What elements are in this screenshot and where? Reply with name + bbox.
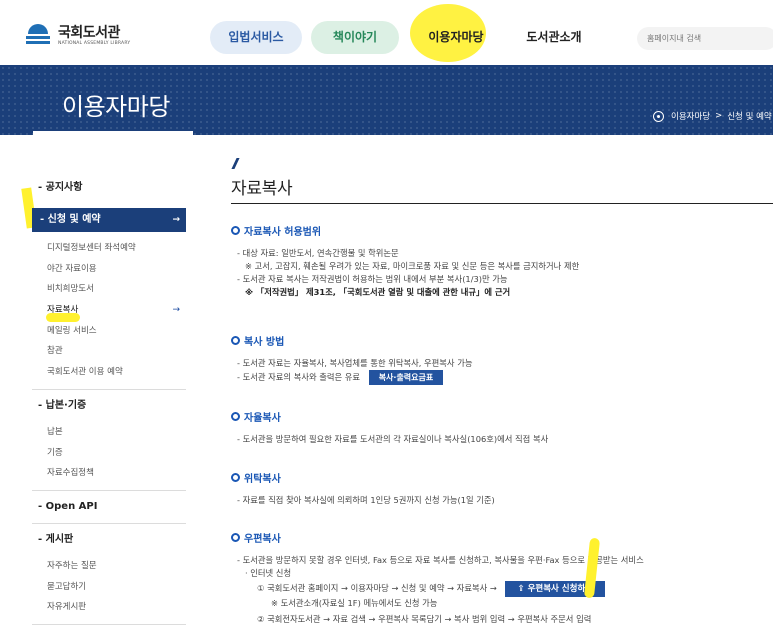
breadcrumb-item[interactable]: 이용자마당 — [671, 110, 710, 122]
sidebar-head-deposit[interactable]: - 납본·기증 — [32, 390, 186, 422]
sidebar-item-faq[interactable]: 자주하는 질문 — [32, 556, 186, 577]
sidebar-item-use-reservation[interactable]: 국회도서관 이용 예약 — [32, 362, 186, 383]
text-line: - 도서관 자료 복사는 저작권법이 허용하는 범위 내에서 부분 복사(1/3… — [237, 274, 508, 284]
nav-library-intro[interactable]: 도서관소개 — [510, 21, 598, 54]
text-line: ※ 「저작권법」 제31조, 「국회도서관 열람 및 대출에 관한 내규」에 근… — [245, 287, 511, 297]
logo-text-en: NATIONAL ASSEMBLY LIBRARY — [58, 40, 131, 46]
sidebar-item-night-use[interactable]: 야간 자료이용 — [32, 259, 186, 280]
text-line: ※ 고서, 고잡지, 훼손될 우려가 있는 자료, 마이크로품 자료 및 신문 … — [245, 261, 580, 271]
sidebar-divider — [32, 623, 186, 625]
library-logo-icon — [24, 24, 52, 48]
nav-user-plaza[interactable]: 이용자마당 — [411, 21, 501, 54]
search-input[interactable]: 홈페이지내 검색 — [637, 27, 773, 50]
text-line: - 도서관 자료는 자율복사, 복사업체를 통한 위탁복사, 우편복사 가능 — [237, 358, 473, 368]
title-divider — [231, 203, 773, 204]
nav-legislative-service[interactable]: 입법서비스 — [210, 21, 302, 54]
section-title: 자료복사 허용범위 — [231, 223, 579, 238]
arrow-right-icon: → — [172, 305, 180, 316]
circle-bullet-icon — [231, 336, 240, 345]
circle-bullet-icon — [231, 412, 240, 421]
home-icon[interactable] — [653, 110, 664, 122]
text-line: - 도서관을 방문하지 못할 경우 인터넷, Fax 등으로 자료 복사를 신청… — [237, 555, 644, 565]
text-line: ① 국회도서관 홈페이지 → 이용자마당 → 신청 및 예약 → 자료복사 → … — [231, 580, 644, 597]
sidebar-item-legal-deposit[interactable]: 납본 — [32, 422, 186, 443]
sidebar-item-donation[interactable]: 기증 — [32, 443, 186, 464]
banner-title: 이용자마당 — [62, 93, 170, 121]
site-logo[interactable]: 국회도서관 NATIONAL ASSEMBLY LIBRARY — [24, 24, 130, 48]
sidebar-item-qna[interactable]: 묻고답하기 — [32, 577, 186, 598]
text-line: - 자료를 직접 찾아 복사실에 의뢰하며 1인당 5권까지 신청 가능(1일 … — [237, 495, 495, 505]
sidebar-item-seat-reservation[interactable]: 디지털정보센터 좌석예약 — [32, 238, 186, 259]
sidebar-head-notice[interactable]: - 공지사항 — [32, 176, 186, 200]
sidebar-head-open-api[interactable]: - Open API — [32, 491, 186, 523]
text-line: - 대상 자료: 일반도서, 연속간행물 및 학위논문 — [237, 248, 399, 258]
text-line: ② 국회전자도서관 → 자료 검색 → 우편복사 목록담기 → 복사 범위 입력… — [257, 614, 592, 624]
sidebar: - 공지사항 - 신청 및 예약 → 디지털정보센터 좌석예약 야간 자료이용 … — [32, 170, 186, 625]
sidebar-item-collection-policy[interactable]: 자료수집정책 — [32, 463, 186, 484]
text-line: ※ 도서관소개(자료실 1F) 메뉴에서도 신청 가능 — [271, 598, 438, 608]
page-banner: 이용자마당 이용자마당 > 신청 및 예약 — [0, 65, 773, 135]
logo-text-ko: 국회도서관 — [58, 24, 120, 41]
sidebar-head-board[interactable]: - 게시판 — [32, 524, 186, 556]
sidebar-item-book-request[interactable]: 비치희망도서 — [32, 279, 186, 300]
section-consign-copy: 위탁복사 - 자료를 직접 찾아 복사실에 의뢰하며 1인당 5권까지 신청 가… — [231, 470, 495, 507]
section-allowed: 자료복사 허용범위 - 대상 자료: 일반도서, 연속간행물 및 학위논문 ※ … — [231, 223, 579, 299]
yellow-highlight-mark — [46, 313, 80, 322]
arrow-right-icon: → — [172, 215, 180, 225]
text-line: - 도서관을 방문하여 필요한 자료를 도서관의 각 자료실이나 복사실(106… — [237, 434, 549, 444]
nav-book-story[interactable]: 책이야기 — [311, 21, 399, 54]
section-title: 위탁복사 — [231, 470, 495, 485]
section-title: 우편복사 — [231, 530, 644, 545]
site-header: 국회도서관 NATIONAL ASSEMBLY LIBRARY 입법서비스 책이… — [0, 0, 773, 65]
text-line: - 도서관 자료의 복사와 출력은 유료 복사·출력요금표 — [231, 370, 472, 385]
breadcrumb-item[interactable]: 신청 및 예약 — [727, 110, 772, 122]
circle-bullet-icon — [231, 473, 240, 482]
text-line: · 인터넷 신청 — [245, 568, 292, 578]
sidebar-head-application[interactable]: - 신청 및 예약 → — [32, 208, 186, 232]
sidebar-item-free-board[interactable]: 자유게시판 — [32, 597, 186, 618]
section-postal-copy: 우편복사 - 도서관을 방문하지 못할 경우 인터넷, Fax 등으로 자료 복… — [231, 530, 644, 626]
fee-table-button[interactable]: 복사·출력요금표 — [368, 370, 444, 385]
sidebar-item-mailing[interactable]: 메일링 서비스 — [32, 321, 186, 342]
sidebar-item-visit[interactable]: 참관 — [32, 341, 186, 362]
section-title: 자율복사 — [231, 409, 548, 424]
title-accent-mark — [231, 158, 240, 169]
breadcrumb: 이용자마당 > 신청 및 예약 — [653, 110, 772, 122]
section-method: 복사 방법 - 도서관 자료는 자율복사, 복사업체를 통한 위탁복사, 우편복… — [231, 333, 472, 385]
circle-bullet-icon — [231, 533, 240, 542]
breadcrumb-separator: > — [715, 111, 723, 121]
section-self-copy: 자율복사 - 도서관을 방문하여 필요한 자료를 도서관의 각 자료실이나 복사… — [231, 409, 548, 446]
section-title: 복사 방법 — [231, 333, 472, 348]
page-title: 자료복사 — [231, 179, 293, 199]
banner-tab-indicator — [33, 131, 193, 135]
circle-bullet-icon — [231, 226, 240, 235]
